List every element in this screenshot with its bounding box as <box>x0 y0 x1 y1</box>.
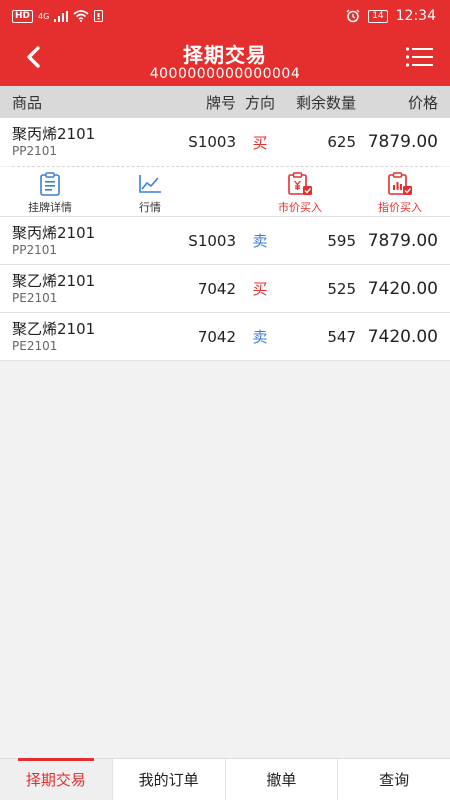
menu-button[interactable] <box>404 44 434 70</box>
contract-code: PP2101 <box>12 144 58 158</box>
listing-detail-button[interactable]: 挂牌详情 <box>10 172 90 215</box>
table-row[interactable]: 聚乙烯2101 PE2101 7042 买 525 7420.00 <box>0 265 450 313</box>
limit-buy-button[interactable]: 指价买入 <box>360 172 440 215</box>
remaining-qty: 525 <box>327 279 356 298</box>
notification-icon <box>94 10 104 22</box>
grade-code: 7042 <box>197 327 236 346</box>
remaining-qty: 547 <box>327 327 356 346</box>
contract-code: PE2101 <box>12 338 58 353</box>
header-qty: 剩余数量 <box>295 93 356 112</box>
header-name: 商品 <box>12 93 43 112</box>
tab-cancel-order[interactable]: 撤单 <box>226 759 339 800</box>
direction-label: 买 <box>252 280 268 298</box>
clock: 12:34 <box>395 8 436 24</box>
price: 7879.00 <box>367 132 438 152</box>
listing-detail-label: 挂牌详情 <box>28 201 72 214</box>
contract-code: PP2101 <box>12 242 58 257</box>
market-buy-label: 市价买入 <box>278 201 322 214</box>
signal-icon <box>54 10 69 22</box>
nav-bar: 择期交易 4000000000000004 <box>0 32 450 86</box>
tab-forward-trading[interactable]: 择期交易 <box>0 758 113 800</box>
limit-buy-label: 指价买入 <box>378 201 422 214</box>
account-number: 4000000000000004 <box>149 66 301 82</box>
direction-label: 买 <box>252 133 268 152</box>
price: 7879.00 <box>367 230 438 251</box>
product-name: 聚乙烯2101 <box>12 271 96 290</box>
wifi-icon <box>73 10 89 22</box>
list-menu-icon <box>405 47 433 67</box>
row-actions: 挂牌详情 行情 市价买入 指价买入 <box>0 167 450 217</box>
table-row[interactable]: 聚乙烯2101 PE2101 7042 卖 547 7420.00 <box>0 313 450 361</box>
bottom-tab-bar: 择期交易 我的订单 撤单 查询 <box>0 758 450 800</box>
tab-query[interactable]: 查询 <box>338 759 450 800</box>
grade-code: S1003 <box>188 133 236 151</box>
product-name: 聚乙烯2101 <box>12 319 96 338</box>
market-buy-button[interactable]: 市价买入 <box>260 172 340 215</box>
clipboard-icon <box>40 172 60 196</box>
hd-badge: HD <box>12 9 34 23</box>
remaining-qty: 625 <box>327 133 356 151</box>
price: 7420.00 <box>367 278 438 299</box>
product-name: 聚丙烯2101 <box>12 125 96 143</box>
quote-label: 行情 <box>139 201 161 214</box>
alarm-icon <box>346 9 360 23</box>
battery-icon: 14 <box>368 9 388 23</box>
remaining-qty: 595 <box>327 231 356 250</box>
direction-label: 卖 <box>252 232 268 250</box>
grade-code: S1003 <box>188 231 236 250</box>
quote-button[interactable]: 行情 <box>110 172 190 215</box>
network-type: 4G <box>38 11 50 21</box>
header-direction: 方向 <box>244 93 275 112</box>
page-title: 择期交易 <box>183 43 267 67</box>
limit-buy-icon <box>388 172 412 195</box>
table-row[interactable]: 聚丙烯2101 PP2101 S1003 买 625 7879.00 <box>0 118 450 166</box>
tab-my-orders[interactable]: 我的订单 <box>113 759 226 800</box>
table-header: 商品 牌号 方向 剩余数量 价格 <box>0 86 450 118</box>
header-code: 牌号 <box>205 93 236 112</box>
header-price: 价格 <box>407 93 438 112</box>
price: 7420.00 <box>367 326 438 347</box>
grade-code: 7042 <box>197 279 236 298</box>
line-chart-icon <box>139 175 161 193</box>
product-name: 聚丙烯2101 <box>12 223 96 242</box>
status-bar: HD 4G 14 12:34 <box>0 0 450 32</box>
contract-code: PE2101 <box>12 290 58 305</box>
market-buy-icon <box>288 172 312 195</box>
direction-label: 卖 <box>252 328 268 346</box>
table-row[interactable]: 聚丙烯2101 PP2101 S1003 卖 595 7879.00 <box>0 217 450 265</box>
